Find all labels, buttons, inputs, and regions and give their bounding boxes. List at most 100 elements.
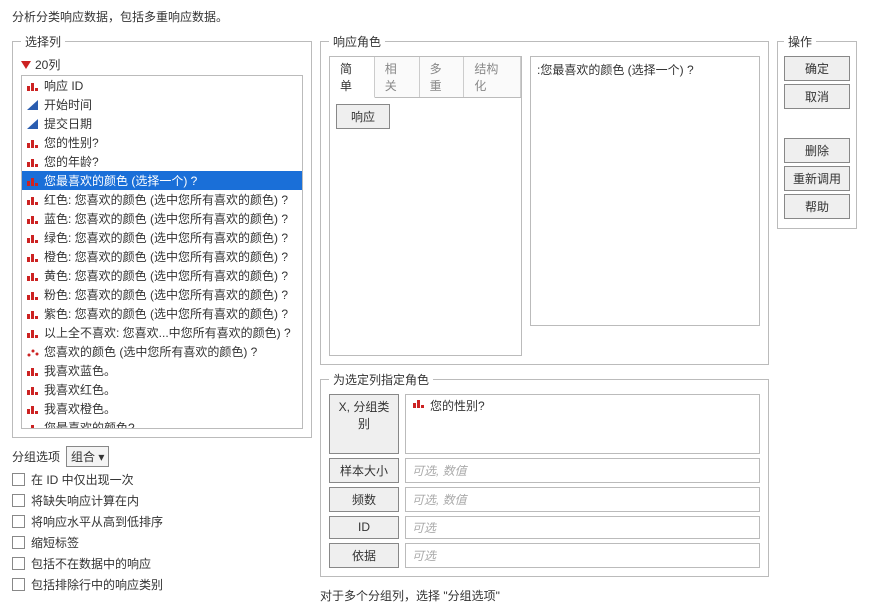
assign-field[interactable]: 您的性别? bbox=[405, 394, 760, 454]
bar-icon bbox=[26, 137, 40, 149]
column-item-label: 绿色: 您喜欢的颜色 (选中您所有喜欢的颜色) ? bbox=[44, 229, 288, 246]
checkbox-icon[interactable] bbox=[12, 536, 25, 549]
bar-icon bbox=[412, 397, 426, 409]
group-option-row[interactable]: 将缺失响应计算在内 bbox=[12, 492, 312, 509]
column-item[interactable]: 我喜欢蓝色。 bbox=[22, 361, 302, 380]
chevron-down-icon: ▾ bbox=[98, 450, 104, 464]
column-item[interactable]: 红色: 您喜欢的颜色 (选中您所有喜欢的颜色) ? bbox=[22, 190, 302, 209]
tab-3[interactable]: 结构化 bbox=[464, 57, 521, 97]
tab-2[interactable]: 多重 bbox=[420, 57, 465, 97]
column-item[interactable]: 开始时间 bbox=[22, 95, 302, 114]
assign-placeholder: 可选 bbox=[412, 519, 436, 536]
column-item[interactable]: 我喜欢红色。 bbox=[22, 380, 302, 399]
assign-button[interactable]: 样本大小 bbox=[329, 458, 399, 483]
assign-field[interactable]: 可选, 数值 bbox=[405, 458, 760, 483]
column-item[interactable]: 我喜欢橙色。 bbox=[22, 399, 302, 418]
column-item[interactable]: 您最喜欢的颜色 (选择一个) ? bbox=[22, 171, 302, 190]
column-item[interactable]: 橙色: 您喜欢的颜色 (选中您所有喜欢的颜色) ? bbox=[22, 247, 302, 266]
group-option-row[interactable]: 将响应水平从高到低排序 bbox=[12, 513, 312, 530]
assign-footer-note: 对于多个分组列，选择 "分组选项" bbox=[320, 587, 769, 604]
group-option-row[interactable]: 在 ID 中仅出现一次 bbox=[12, 471, 312, 488]
assign-field-text: 您的性别? bbox=[430, 397, 485, 414]
checkbox-icon[interactable] bbox=[12, 515, 25, 528]
tab-1[interactable]: 相关 bbox=[375, 57, 420, 97]
column-item-label: 紫色: 您喜欢的颜色 (选中您所有喜欢的颜色) ? bbox=[44, 305, 288, 322]
assign-row: 样本大小可选, 数值 bbox=[329, 458, 760, 483]
column-item[interactable]: 您最喜欢的颜色? bbox=[22, 418, 302, 429]
column-item[interactable]: 提交日期 bbox=[22, 114, 302, 133]
response-button[interactable]: 响应 bbox=[336, 104, 390, 129]
bar-icon bbox=[26, 327, 40, 339]
column-item-label: 我喜欢红色。 bbox=[44, 381, 116, 398]
column-list[interactable]: 响应 ID开始时间提交日期您的性别?您的年龄?您最喜欢的颜色 (选择一个) ?红… bbox=[21, 75, 303, 429]
checkbox-icon[interactable] bbox=[12, 494, 25, 507]
column-item-label: 您最喜欢的颜色? bbox=[44, 419, 135, 429]
column-item[interactable]: 紫色: 您喜欢的颜色 (选中您所有喜欢的颜色) ? bbox=[22, 304, 302, 323]
bar-icon bbox=[26, 232, 40, 244]
triangle-down-icon bbox=[21, 61, 31, 69]
bar-icon bbox=[26, 403, 40, 415]
assign-button[interactable]: 频数 bbox=[329, 487, 399, 512]
assign-row: 频数可选, 数值 bbox=[329, 487, 760, 512]
assign-field[interactable]: 可选 bbox=[405, 516, 760, 539]
assign-button[interactable]: 依据 bbox=[329, 543, 399, 568]
column-item[interactable]: 您的年龄? bbox=[22, 152, 302, 171]
tab-content: 响应 bbox=[330, 98, 521, 135]
assign-placeholder: 可选, 数值 bbox=[412, 491, 467, 508]
tab-0[interactable]: 简单 bbox=[330, 57, 375, 98]
group-option-row[interactable]: 缩短标签 bbox=[12, 534, 312, 551]
column-item-label: 我喜欢蓝色。 bbox=[44, 362, 116, 379]
group-combine-label: 组合 bbox=[71, 450, 95, 464]
bar-icon bbox=[26, 80, 40, 92]
column-item[interactable]: 以上全不喜欢: 您喜欢...中您所有喜欢的颜色) ? bbox=[22, 323, 302, 342]
column-item[interactable]: 黄色: 您喜欢的颜色 (选中您所有喜欢的颜色) ? bbox=[22, 266, 302, 285]
group-option-row[interactable]: 包括排除行中的响应类别 bbox=[12, 576, 312, 593]
column-item-label: 我喜欢橙色。 bbox=[44, 400, 116, 417]
checkbox-icon[interactable] bbox=[12, 578, 25, 591]
group-option-row[interactable]: 包括不在数据中的响应 bbox=[12, 555, 312, 572]
checkbox-icon[interactable] bbox=[12, 557, 25, 570]
bar-icon bbox=[26, 422, 40, 430]
op-button[interactable]: 删除 bbox=[784, 138, 850, 163]
assign-placeholder: 可选 bbox=[412, 547, 436, 564]
bar-icon bbox=[26, 156, 40, 168]
tri-icon bbox=[26, 99, 40, 111]
header-text: 分析分类响应数据，包括多重响应数据。 bbox=[12, 8, 857, 25]
assign-button[interactable]: X, 分组类别 bbox=[329, 394, 399, 454]
column-item[interactable]: 绿色: 您喜欢的颜色 (选中您所有喜欢的颜色) ? bbox=[22, 228, 302, 247]
op-button[interactable]: 确定 bbox=[784, 56, 850, 81]
assign-field[interactable]: 可选, 数值 bbox=[405, 487, 760, 512]
column-item[interactable]: 您的性别? bbox=[22, 133, 302, 152]
column-item[interactable]: 粉色: 您喜欢的颜色 (选中您所有喜欢的颜色) ? bbox=[22, 285, 302, 304]
bar-icon bbox=[26, 270, 40, 282]
assign-row: 依据可选 bbox=[329, 543, 760, 568]
column-item-label: 橙色: 您喜欢的颜色 (选中您所有喜欢的颜色) ? bbox=[44, 248, 288, 265]
column-item-label: 红色: 您喜欢的颜色 (选中您所有喜欢的颜色) ? bbox=[44, 191, 288, 208]
group-option-label: 将缺失响应计算在内 bbox=[31, 492, 139, 509]
dots-icon bbox=[26, 346, 40, 358]
group-combine-select[interactable]: 组合 ▾ bbox=[66, 446, 109, 467]
assign-field[interactable]: 可选 bbox=[405, 543, 760, 568]
column-item-label: 黄色: 您喜欢的颜色 (选中您所有喜欢的颜色) ? bbox=[44, 267, 288, 284]
bar-icon bbox=[26, 384, 40, 396]
assign-button[interactable]: ID bbox=[329, 516, 399, 539]
tabs-panel: 简单相关多重结构化 响应 bbox=[329, 56, 522, 356]
group-option-label: 包括不在数据中的响应 bbox=[31, 555, 151, 572]
column-item[interactable]: 您喜欢的颜色 (选中您所有喜欢的颜色) ? bbox=[22, 342, 302, 361]
role-summary-box: :您最喜欢的颜色 (选择一个) ? bbox=[530, 56, 760, 326]
select-columns-legend: 选择列 bbox=[21, 33, 65, 50]
checkbox-icon[interactable] bbox=[12, 473, 25, 486]
op-button[interactable]: 取消 bbox=[784, 84, 850, 109]
column-item[interactable]: 蓝色: 您喜欢的颜色 (选中您所有喜欢的颜色) ? bbox=[22, 209, 302, 228]
group-options-group: 分组选项 组合 ▾ 在 ID 中仅出现一次将缺失响应计算在内将响应水平从高到低排… bbox=[12, 446, 312, 593]
op-button[interactable]: 帮助 bbox=[784, 194, 850, 219]
op-button[interactable]: 重新调用 bbox=[784, 166, 850, 191]
bar-icon bbox=[26, 213, 40, 225]
assign-placeholder: 可选, 数值 bbox=[412, 462, 467, 479]
column-count-disclose[interactable]: 20列 bbox=[21, 56, 303, 73]
bar-icon bbox=[26, 175, 40, 187]
column-count-label: 20列 bbox=[35, 56, 60, 73]
column-item[interactable]: 响应 ID bbox=[22, 76, 302, 95]
column-item-label: 蓝色: 您喜欢的颜色 (选中您所有喜欢的颜色) ? bbox=[44, 210, 288, 227]
assign-role-group: 为选定列指定角色 X, 分组类别您的性别?样本大小可选, 数值频数可选, 数值I… bbox=[320, 371, 769, 577]
